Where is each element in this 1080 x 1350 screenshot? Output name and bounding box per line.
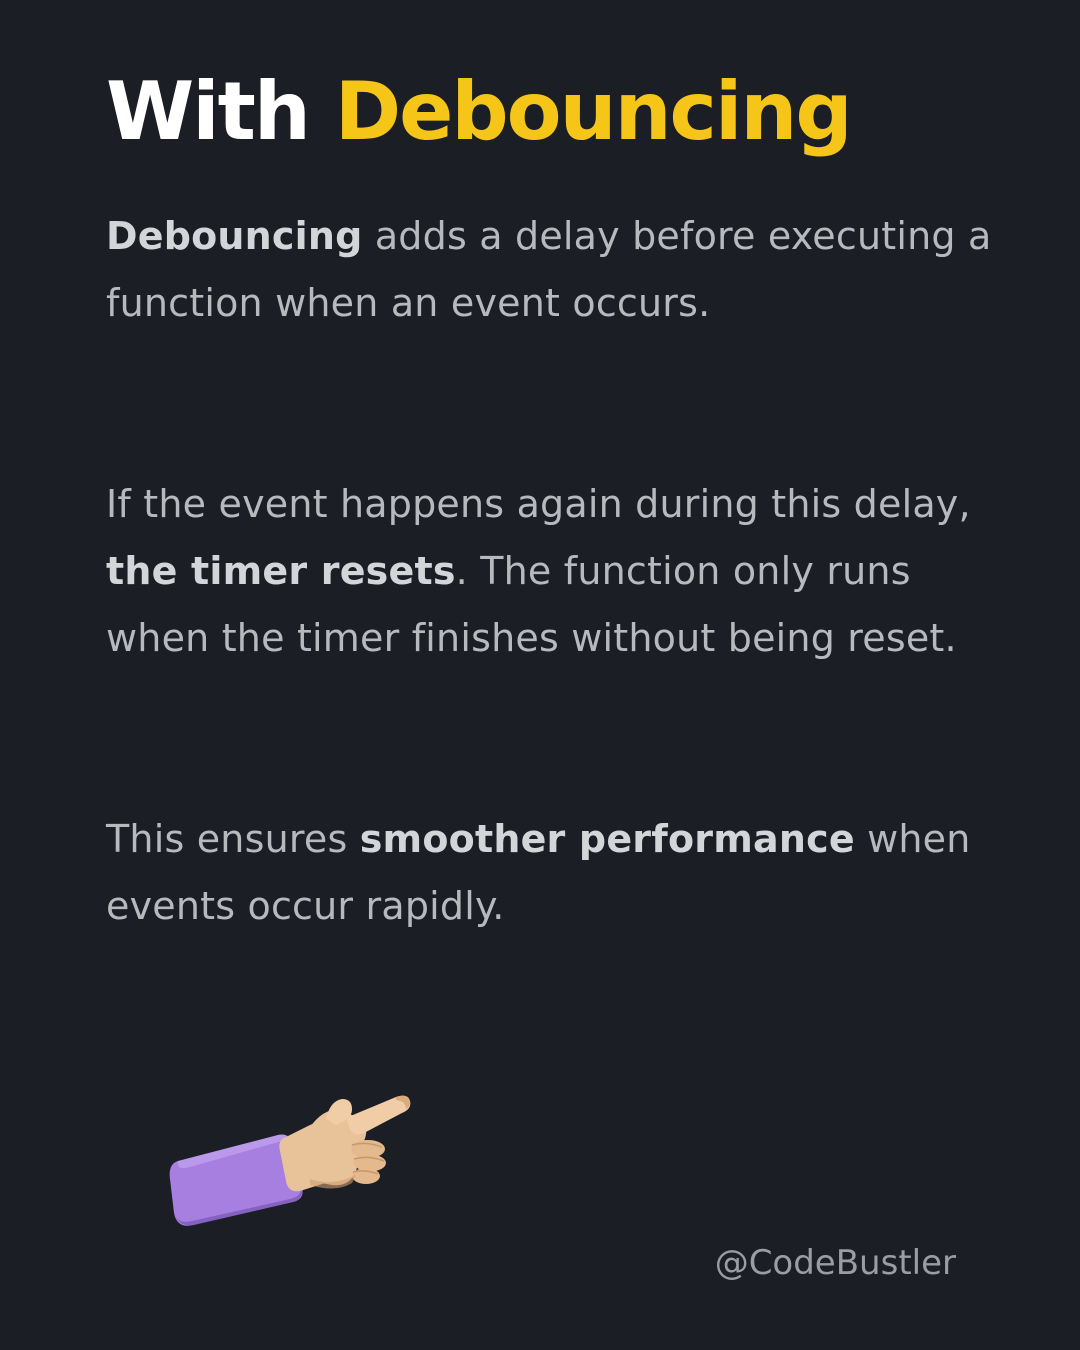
paragraph-performance: This ensures smoother performance when e…: [106, 806, 1006, 940]
title-plain: With: [106, 65, 311, 158]
page-title: With Debouncing: [106, 65, 853, 158]
paragraph-timer-reset: If the event happens again during this d…: [106, 471, 1006, 672]
timer-emphasis: the timer resets: [106, 549, 456, 593]
title-accent: Debouncing: [334, 65, 853, 158]
hand-shape: [279, 1095, 411, 1192]
performance-text-before: This ensures: [106, 817, 360, 861]
paragraph-definition: Debouncing adds a delay before executing…: [106, 203, 1006, 337]
pointing-hand-icon: [169, 1095, 411, 1226]
timer-text-before: If the event happens again during this d…: [106, 482, 971, 526]
definition-term: Debouncing: [106, 214, 363, 258]
slide: With Debouncing Debouncing adds a delay …: [0, 0, 1080, 1350]
author-handle: @CodeBustler: [714, 1243, 956, 1283]
performance-emphasis: smoother performance: [359, 817, 855, 861]
